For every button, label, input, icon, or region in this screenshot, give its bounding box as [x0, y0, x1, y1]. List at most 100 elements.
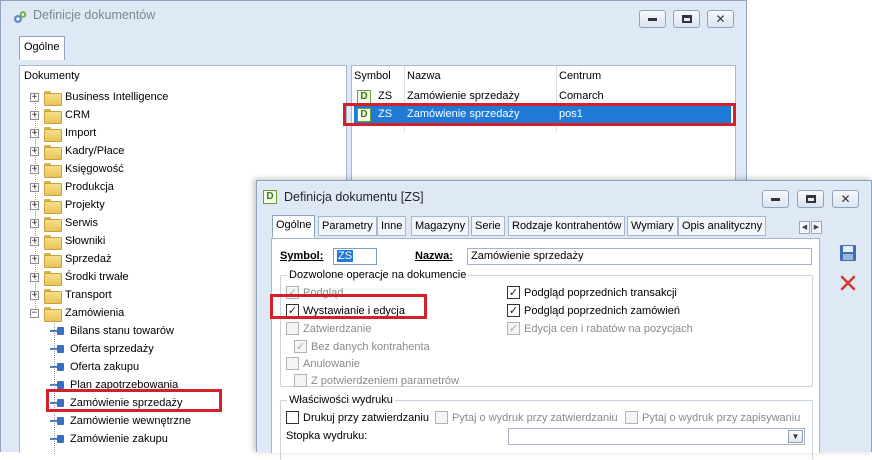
tab-warehouses[interactable]: Magazyny — [411, 216, 470, 236]
nazwa-field[interactable]: Zamówienie sprzedaży — [467, 248, 812, 265]
tree-folder-item[interactable]: + Księgowość — [30, 160, 124, 178]
tab-general[interactable]: Ogólne — [272, 215, 316, 238]
tree-folder-item[interactable]: + Import — [30, 124, 96, 142]
minimize-icon — [648, 17, 657, 21]
window-title: Definicje dokumentów — [33, 8, 156, 22]
close-button[interactable]: ✕ — [832, 190, 859, 208]
tab-general[interactable]: Ogólne — [19, 36, 65, 60]
drukuj-przy-zatwierdzaniu-checkbox[interactable]: Drukuj przy zatwierdzaniu — [286, 411, 429, 424]
tab-contractor-types[interactable]: Rodzaje kontrahentów — [508, 216, 626, 236]
checkbox-label: Pytaj o wydruk przy zatwierdzaniu — [452, 411, 618, 424]
folder-icon — [44, 216, 62, 232]
folder-icon — [44, 288, 62, 304]
tree-folder-item[interactable]: + Kadry/Płace — [30, 142, 124, 160]
column-header-centrum[interactable]: Centrum — [559, 70, 601, 82]
tree-item-label: Środki trwałe — [65, 271, 129, 283]
checkbox-label: Drukuj przy zatwierdzaniu — [303, 411, 429, 424]
tree-folder-item[interactable]: + Produkcja — [30, 178, 114, 196]
symbol-field[interactable]: ZS — [333, 248, 377, 265]
folder-icon — [44, 180, 62, 196]
pytaj-przy-zapisywaniu-checkbox[interactable]: Pytaj o wydruk przy zapisywaniu — [625, 411, 800, 424]
save-button[interactable] — [837, 242, 859, 264]
tab-analytic-description[interactable]: Opis analityczny — [678, 216, 767, 236]
checkbox-box — [286, 357, 299, 370]
column-header-nazwa[interactable]: Nazwa — [407, 70, 441, 82]
checkbox-box — [625, 411, 638, 424]
document-type-icon — [50, 326, 65, 336]
column-header-symbol[interactable]: Symbol — [354, 70, 391, 82]
zatwierdzanie-checkbox[interactable]: Zatwierdzanie — [286, 322, 371, 335]
print-footer-select[interactable]: ▼ — [508, 428, 805, 445]
tree-item-label: Produkcja — [65, 181, 114, 193]
tree-child-connector — [54, 321, 55, 454]
tree-item-label: Słowniki — [65, 235, 106, 247]
tree-item-label: Sprzedaż — [65, 253, 112, 265]
tab-series[interactable]: Serie — [471, 216, 505, 236]
tab-dimensions[interactable]: Wymiary — [627, 216, 678, 236]
tree-item-label: Zamówienie wewnętrzne — [70, 415, 192, 427]
anulowanie-checkbox[interactable]: Anulowanie — [286, 357, 360, 370]
folder-icon — [44, 144, 62, 160]
bez-danych-kontrahenta-checkbox[interactable]: ✓ Bez danych kontrahenta — [294, 340, 430, 353]
tree-item-label: Projekty — [65, 199, 105, 211]
tree-document-item[interactable]: Zamówienie wewnętrzne — [50, 412, 191, 430]
maximize-button[interactable] — [673, 10, 700, 28]
tree-folder-item[interactable]: + Sprzedaż — [30, 250, 111, 268]
checkbox-box — [435, 411, 448, 424]
chevron-down-icon[interactable]: ▼ — [788, 430, 803, 443]
tab-other[interactable]: Inne — [377, 216, 407, 236]
tree-item-label: Zamówienie zakupu — [70, 433, 168, 445]
dialog-title: Definicja dokumentu [ZS] — [284, 190, 424, 204]
symbol-label-text: Symbol: — [280, 250, 324, 262]
close-button[interactable]: ✕ — [707, 10, 734, 28]
minimize-button[interactable] — [639, 10, 666, 28]
tree-folder-item[interactable]: + Transport — [30, 286, 112, 304]
tree-folder-item[interactable]: + Serwis — [30, 214, 98, 232]
tab-bar: Ogólne — [2, 33, 746, 61]
tree-folder-item[interactable]: − Zamówienia — [30, 304, 124, 322]
tree-folder-item[interactable]: + Projekty — [30, 196, 105, 214]
document-type-icon — [50, 416, 65, 426]
maximize-button[interactable] — [797, 190, 824, 208]
symbol-field-value: ZS — [337, 250, 354, 262]
z-potwierdzeniem-checkbox[interactable]: Z potwierdzeniem parametrów — [294, 374, 459, 387]
folder-icon — [44, 252, 62, 268]
highlight-box-list-row — [343, 103, 736, 126]
tree-document-item[interactable]: Oferta zakupu — [50, 358, 139, 376]
check-icon: ✓ — [508, 322, 519, 335]
checkbox-label: Podgląd poprzednich zamówień — [524, 304, 680, 317]
tree-item-label: Księgowość — [65, 163, 124, 175]
check-icon: ✓ — [508, 304, 519, 317]
tree-folder-item[interactable]: + Środki trwałe — [30, 268, 129, 286]
tree-document-item[interactable]: Zamówienie zakupu — [50, 430, 168, 448]
cancel-button[interactable] — [837, 272, 859, 294]
tree-header: Dokumenty — [24, 70, 80, 82]
edycja-cen-checkbox[interactable]: ✓ Edycja cen i rabatów na pozycjach — [507, 322, 693, 335]
tree-folder-item[interactable]: + Słowniki — [30, 232, 105, 250]
tabs-scroll-right-button[interactable]: ▶ — [811, 221, 822, 234]
checkbox-label: Podgląd poprzednich transakcji — [524, 286, 677, 299]
pytaj-przy-zatwierdzaniu-checkbox[interactable]: Pytaj o wydruk przy zatwierdzaniu — [435, 411, 618, 424]
tree-item-label: CRM — [65, 109, 91, 121]
folder-icon — [44, 270, 62, 286]
highlight-box-tree-item — [46, 389, 222, 412]
tree-document-item[interactable]: Bilans stanu towarów — [50, 322, 174, 340]
podglad-zamowien-checkbox[interactable]: ✓ Podgląd poprzednich zamówień — [507, 304, 680, 317]
tabs-scroll-left-button[interactable]: ◀ — [799, 221, 810, 234]
podglad-transakcji-checkbox[interactable]: ✓ Podgląd poprzednich transakcji — [507, 286, 677, 299]
symbol-label: Symbol: — [280, 250, 323, 262]
cell-centrum: Comarch — [559, 90, 604, 102]
maximize-icon — [805, 195, 816, 203]
tree-document-item[interactable]: Oferta sprzedaży — [50, 340, 154, 358]
tree-folder-item[interactable]: + CRM — [30, 106, 90, 124]
minimize-button[interactable] — [762, 190, 789, 208]
tree-folder-item[interactable]: + Business Intelligence — [30, 88, 168, 106]
tab-parameters[interactable]: Parametry — [318, 216, 377, 236]
checkbox-box: ✓ — [507, 304, 520, 317]
document-definition-icon: D — [263, 190, 277, 204]
checkbox-box: ✓ — [507, 286, 520, 299]
document-type-icon — [50, 344, 65, 354]
tree-item-label: Serwis — [65, 217, 99, 229]
close-icon — [840, 275, 856, 291]
tree-connector — [35, 100, 36, 310]
